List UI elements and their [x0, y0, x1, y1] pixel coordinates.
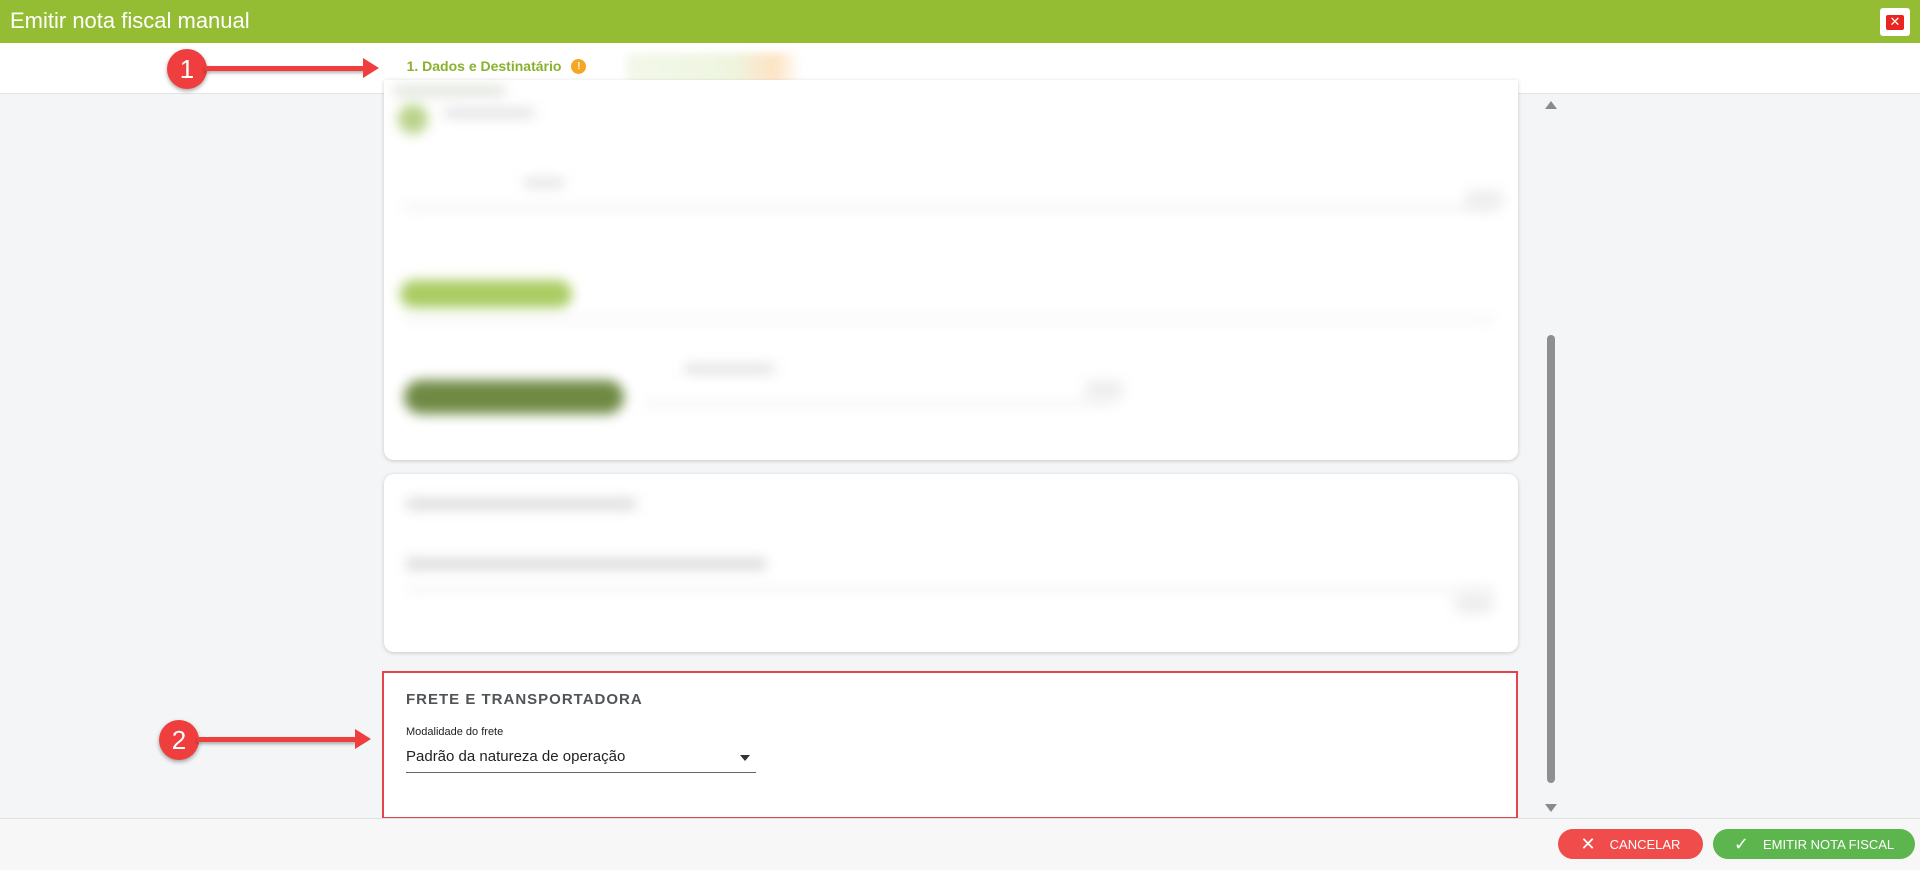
blurred-text [406, 558, 766, 570]
scroll-up-arrow-icon[interactable] [1545, 101, 1557, 109]
freight-mode-label: Modalidade do frete [406, 726, 504, 738]
blurred-icon [1454, 592, 1494, 614]
warning-icon: ! [571, 58, 587, 74]
tab-label: 1. Dados e Destinatário [406, 58, 562, 74]
emit-label: EMITIR NOTA FISCAL [1762, 836, 1895, 852]
x-icon: ✕ [1580, 833, 1596, 855]
blurred-line [404, 318, 1494, 321]
blurred-text [444, 108, 534, 118]
freight-mode-select[interactable]: Padrão da natureza de operação [406, 743, 756, 773]
vertical-scrollbar[interactable] [1540, 95, 1560, 818]
blurred-card-top [384, 80, 1518, 460]
blurred-card-middle [384, 474, 1518, 652]
cancel-label: CANCELAR [1609, 836, 1681, 852]
section-title: FRETE E TRANSPORTADORA [406, 691, 643, 708]
blurred-icon [1084, 380, 1124, 400]
tab-blurred[interactable] [626, 53, 801, 83]
scrollbar-thumb[interactable] [1547, 335, 1555, 783]
close-button[interactable]: ✕ [1880, 8, 1910, 36]
chevron-down-icon [740, 755, 750, 761]
emit-invoice-button[interactable]: ✓ EMITIR NOTA FISCAL [1713, 829, 1915, 859]
cancel-button[interactable]: ✕ CANCELAR [1558, 829, 1703, 859]
check-icon: ✓ [1733, 833, 1749, 855]
footer-bar: ✕ CANCELAR ✓ EMITIR NOTA FISCAL [0, 818, 1920, 870]
blurred-toggle [398, 104, 428, 134]
blurred-text [394, 86, 504, 96]
annotation-arrow-2 [197, 729, 371, 749]
blurred-line [404, 206, 1494, 209]
title-bar: Emitir nota fiscal manual ✕ [0, 0, 1920, 43]
blurred-button [404, 380, 624, 414]
blurred-line [644, 402, 1114, 405]
blurred-text [406, 498, 636, 510]
blurred-text [684, 364, 774, 374]
close-icon: ✕ [1886, 14, 1904, 30]
annotation-arrow-1 [205, 58, 379, 78]
freight-mode-value: Padrão da natureza de operação [406, 748, 626, 765]
freight-section: FRETE E TRANSPORTADORA Modalidade do fre… [382, 671, 1518, 819]
annotation-marker-1: 1 [167, 49, 207, 89]
blurred-icon [1464, 190, 1504, 210]
blurred-button [400, 280, 572, 308]
window-title: Emitir nota fiscal manual [10, 8, 250, 33]
blurred-line [406, 588, 1496, 591]
scroll-down-arrow-icon[interactable] [1545, 804, 1557, 812]
blurred-text [524, 178, 564, 188]
annotation-marker-2: 2 [159, 720, 199, 760]
